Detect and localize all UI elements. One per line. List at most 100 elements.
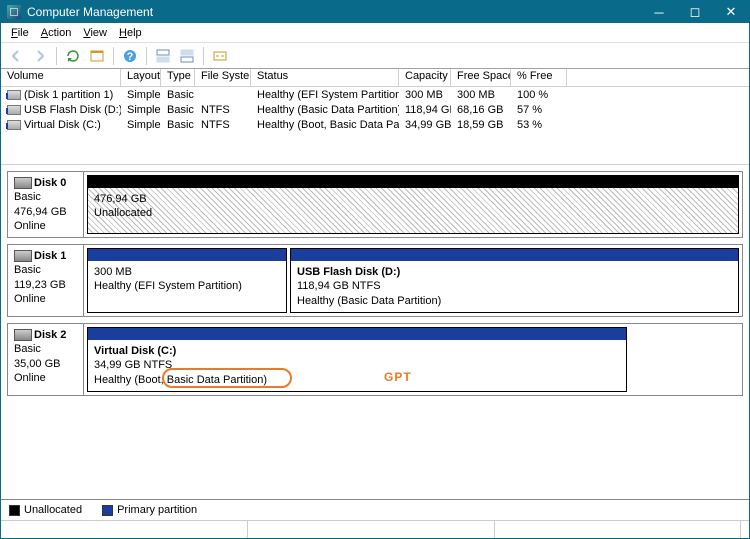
cell-free: 68,16 GB: [451, 104, 511, 116]
table-row[interactable]: USB Flash Disk (D:)SimpleBasicNTFSHealth…: [1, 102, 749, 117]
disk-row: Disk 2Basic35,00 GBOnlineVirtual Disk (C…: [7, 323, 743, 396]
volume-name: USB Flash Disk (D:): [24, 104, 121, 116]
toolbar-separator: [203, 47, 204, 65]
statusbar: [1, 520, 749, 538]
partition[interactable]: 300 MBHealthy (EFI System Partition): [87, 248, 287, 313]
cell-status: Healthy (Boot, Basic Data Partition): [251, 119, 399, 131]
col-pctfree[interactable]: % Free: [511, 69, 567, 86]
cell-capacity: 118,94 GB: [399, 104, 451, 116]
cell-type: Basic: [161, 104, 195, 116]
menubar: File Action View Help: [1, 23, 749, 43]
partition[interactable]: Virtual Disk (C:) 34,99 GB NTFS Healthy (B…: [87, 327, 627, 392]
partition-size: 34,99 GB NTFS: [94, 359, 172, 371]
cell-status: Healthy (Basic Data Partition): [251, 104, 399, 116]
forward-button[interactable]: [29, 45, 51, 67]
cell-pct: 57 %: [511, 104, 567, 116]
cell-layout: Simple: [121, 119, 161, 131]
col-filesystem[interactable]: File System: [195, 69, 251, 86]
col-capacity[interactable]: Capacity: [399, 69, 451, 86]
disk-icon: [14, 177, 32, 189]
partition[interactable]: USB Flash Disk (D:) 118,94 GB NTFS Healthy…: [290, 248, 739, 313]
table-row[interactable]: (Disk 1 partition 1)SimpleBasicHealthy (…: [1, 87, 749, 102]
disk-partitions: 476,94 GB Unallocated: [84, 172, 742, 237]
disk-row: Disk 0Basic476,94 GBOnline476,94 GBUnall…: [7, 171, 743, 238]
partition[interactable]: 476,94 GB Unallocated: [87, 175, 739, 234]
col-volume[interactable]: Volume: [1, 69, 121, 86]
partition-bar: [88, 249, 286, 261]
view-top-button[interactable]: [152, 45, 174, 67]
disk-type: Basic: [14, 191, 41, 203]
partition-status: Healthy (Basic Data Partition): [297, 295, 441, 307]
volume-icon: [7, 120, 21, 130]
partition-size: 118,94 GB NTFS: [297, 280, 381, 292]
volume-icon: [7, 90, 21, 100]
disk-label[interactable]: Disk 0Basic476,94 GBOnline: [8, 172, 84, 237]
disk-partitions: 300 MBHealthy (EFI System Partition)USB …: [84, 245, 742, 316]
cell-pct: 100 %: [511, 89, 567, 101]
legend-primary: Primary partition: [102, 504, 197, 516]
annotation-gpt-label: GPT: [384, 370, 412, 384]
cell-free: 18,59 GB: [451, 119, 511, 131]
cell-fs: NTFS: [195, 119, 251, 131]
toolbar-separator: [113, 47, 114, 65]
partition-status: Healthy (EFI System Partition): [94, 280, 242, 292]
cell-capacity: 300 MB: [399, 89, 451, 101]
disk-row: Disk 1Basic119,23 GBOnline300 MBHealthy …: [7, 244, 743, 317]
menu-view[interactable]: View: [77, 25, 113, 41]
swatch-blue-icon: [102, 505, 113, 516]
legend-unallocated: Unallocated: [9, 504, 82, 516]
menu-file[interactable]: File: [5, 25, 35, 41]
disk-type: Basic: [14, 343, 41, 355]
col-layout[interactable]: Layout: [121, 69, 161, 86]
menu-help[interactable]: Help: [113, 25, 148, 41]
disk-state: Online: [14, 293, 46, 305]
swatch-black-icon: [9, 505, 20, 516]
disk-name: Disk 0: [34, 177, 66, 189]
cell-pct: 53 %: [511, 119, 567, 131]
view-bottom-button[interactable]: [176, 45, 198, 67]
partition-status: Unallocated: [94, 207, 152, 219]
col-type[interactable]: Type: [161, 69, 195, 86]
volume-name: (Disk 1 partition 1): [24, 89, 113, 101]
minimize-button[interactable]: ─: [641, 1, 677, 23]
close-button[interactable]: ✕: [713, 1, 749, 23]
partition-title: USB Flash Disk (D:): [297, 266, 400, 278]
volume-icon: [7, 105, 21, 115]
disk-partitions: Virtual Disk (C:) 34,99 GB NTFS Healthy (B…: [84, 324, 742, 395]
disk-label[interactable]: Disk 1Basic119,23 GBOnline: [8, 245, 84, 316]
back-button[interactable]: [5, 45, 27, 67]
col-status[interactable]: Status: [251, 69, 399, 86]
disk-size: 35,00 GB: [14, 358, 60, 370]
properties-button[interactable]: [86, 45, 108, 67]
cell-layout: Simple: [121, 104, 161, 116]
column-headers: Volume Layout Type File System Status Ca…: [1, 69, 749, 87]
disk-map: Disk 0 Basic 476,94 GB Online 476,94 GB Unall…: [1, 165, 749, 499]
col-freespace[interactable]: Free Space: [451, 69, 511, 86]
partition-status: Healthy (Boot, Basic Data Partition): [94, 374, 267, 386]
volume-name: Virtual Disk (C:): [24, 119, 101, 131]
settings-button[interactable]: [209, 45, 231, 67]
partition-bar: [291, 249, 738, 261]
status-pane: [248, 521, 495, 538]
help-button[interactable]: ?: [119, 45, 141, 67]
cell-free: 300 MB: [451, 89, 511, 101]
cell-type: Basic: [161, 119, 195, 131]
window-title: Computer Management: [27, 5, 641, 19]
partition-title: Virtual Disk (C:): [94, 345, 176, 357]
menu-action[interactable]: Action: [35, 25, 78, 41]
cell-type: Basic: [161, 89, 195, 101]
disk-icon: [14, 250, 32, 262]
partition-size: 476,94 GB: [94, 193, 147, 205]
toolbar: ?: [1, 43, 749, 69]
maximize-button[interactable]: ◻: [677, 1, 713, 23]
table-row[interactable]: Virtual Disk (C:) SimpleBasicNTFSHealthy …: [1, 117, 749, 132]
volume-list: Volume Layout Type File System Status Ca…: [1, 69, 749, 165]
disk-name: Disk 2: [34, 329, 66, 341]
refresh-button[interactable]: [62, 45, 84, 67]
toolbar-separator: [146, 47, 147, 65]
disk-label[interactable]: Disk 2Basic35,00 GBOnline: [8, 324, 84, 395]
cell-capacity: 34,99 GB: [399, 119, 451, 131]
legend: Unallocated Primary partition: [1, 499, 749, 520]
toolbar-separator: [56, 47, 57, 65]
disk-size: 119,23 GB: [14, 279, 66, 291]
